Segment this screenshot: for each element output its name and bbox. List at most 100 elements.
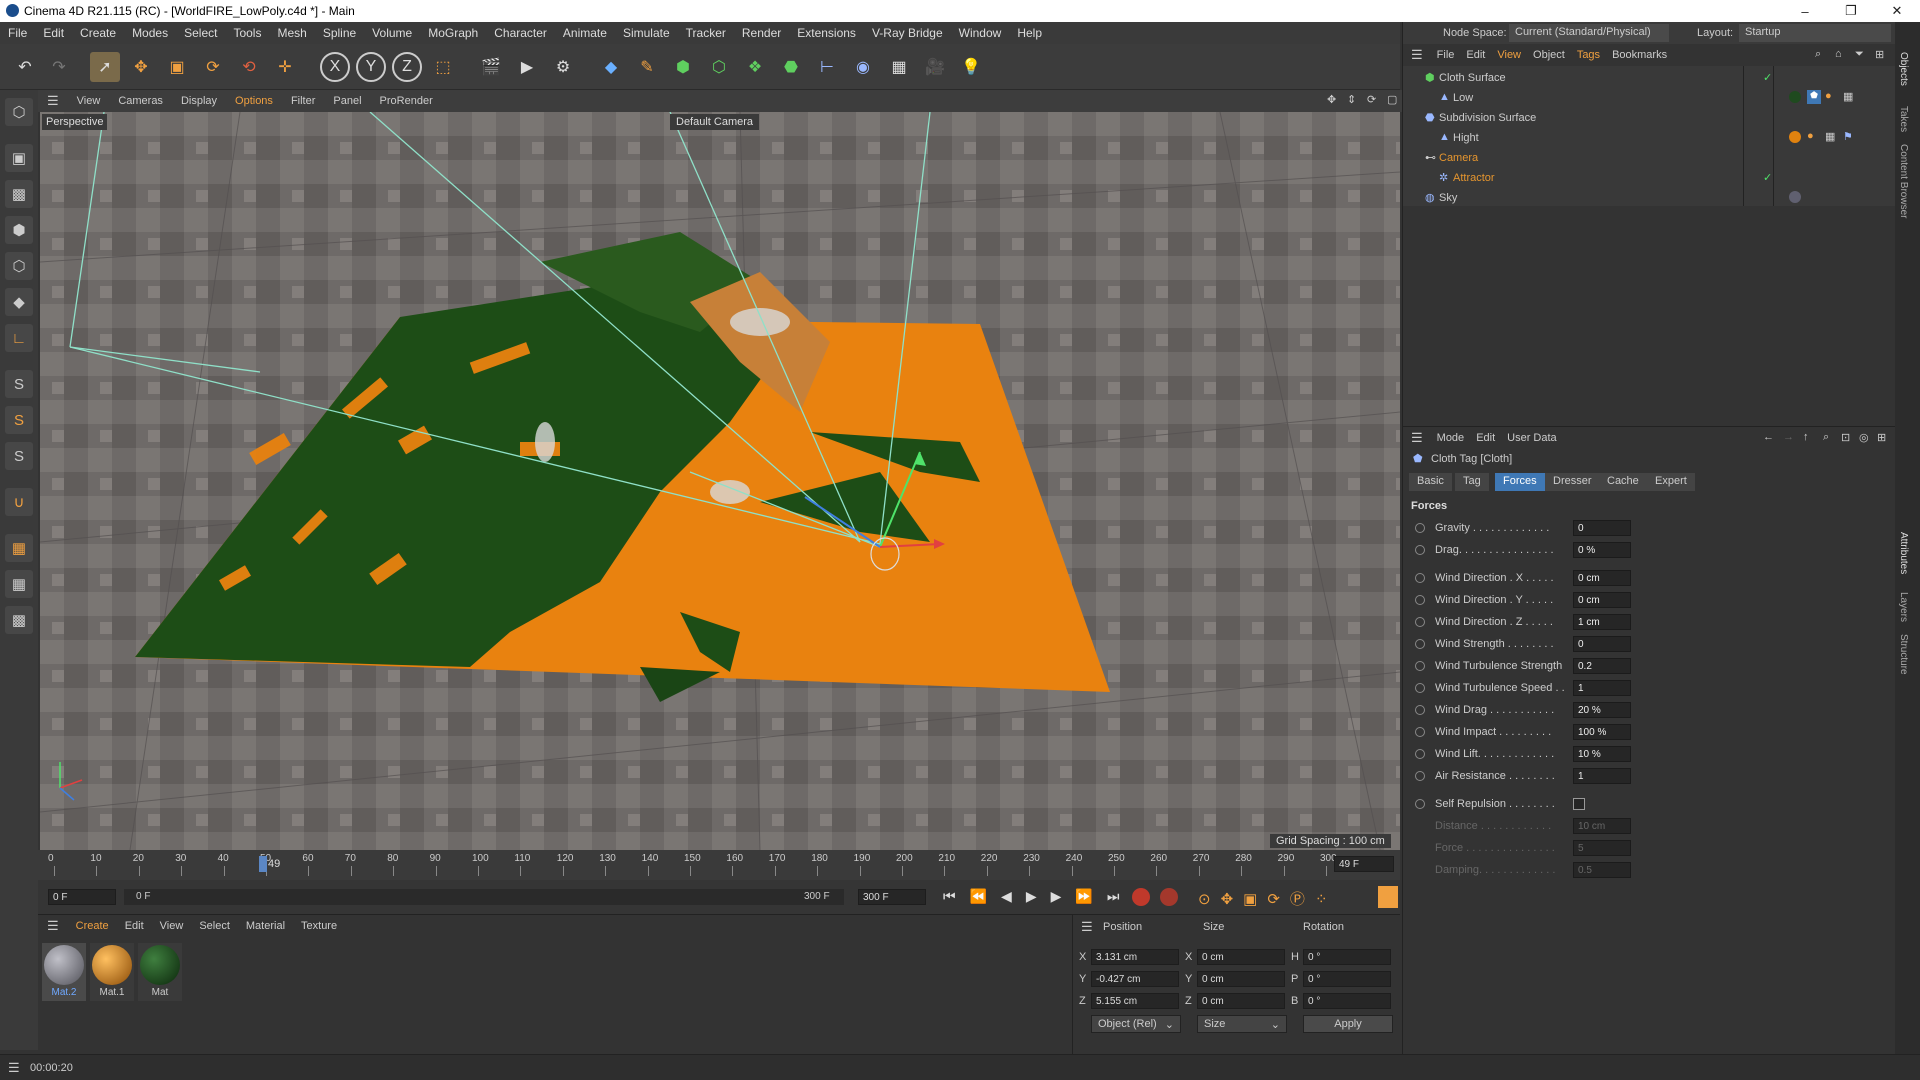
current-frame-field[interactable]: 49 F [1334, 856, 1394, 872]
preview-range-slider[interactable]: 0 F 300 F [124, 889, 844, 905]
render-view-icon[interactable]: ▶ [512, 52, 542, 82]
attr-menu-edit[interactable]: Edit [1470, 432, 1501, 444]
attr-wind-direction-z[interactable]: Wind Direction . Z . . . . . 1 cm [1411, 612, 1891, 634]
menu-mograph[interactable]: MoGraph [420, 26, 486, 40]
layout-dropdown[interactable]: Startup [1739, 24, 1891, 42]
y-axis-icon[interactable]: Y [356, 52, 386, 82]
viewport-menu-icon[interactable]: ☰ [38, 93, 68, 109]
polygon-mode-icon[interactable]: ◆ [5, 288, 33, 316]
side-tab-attributes[interactable]: Attributes [1898, 532, 1909, 574]
record-icon[interactable] [1132, 888, 1150, 906]
obj-menu-tags[interactable]: Tags [1571, 49, 1606, 61]
workplane-icon[interactable]: ▦ [5, 534, 33, 562]
size-x-field[interactable]: 0 cm [1197, 949, 1285, 965]
mat-menu-material[interactable]: Material [238, 920, 293, 932]
obj-menu-bookmarks[interactable]: Bookmarks [1606, 49, 1673, 61]
side-tab-layers[interactable]: Layers [1898, 592, 1909, 622]
size-z-field[interactable]: 0 cm [1197, 993, 1285, 1009]
timeline-ruler[interactable]: 0102030405060708090100110120130140150160… [38, 850, 1400, 880]
viewport-camera-label[interactable]: Default Camera [670, 114, 760, 130]
back-arrow-icon[interactable]: ← [1763, 431, 1774, 443]
animate-radio-icon[interactable] [1415, 749, 1425, 759]
attr-wind-direction-y[interactable]: Wind Direction . Y . . . . . 0 cm [1411, 590, 1891, 612]
play-icon[interactable]: ▶ [1026, 888, 1051, 904]
position-z-field[interactable]: 5.155 cm [1091, 993, 1179, 1009]
visibility-check-icon[interactable]: ✓ [1763, 71, 1772, 84]
attr-value-field[interactable]: 10 % [1573, 746, 1631, 762]
move-tool-icon[interactable]: ✥ [126, 52, 156, 82]
new-panel-icon[interactable]: ⊞ [1877, 431, 1886, 444]
key-param-icon[interactable]: Ⓟ [1290, 891, 1315, 908]
material-mat1[interactable]: Mat.1 [90, 943, 134, 1001]
menu-modes[interactable]: Modes [124, 26, 176, 40]
animate-radio-icon[interactable] [1415, 595, 1425, 605]
obj-menu-file[interactable]: File [1431, 49, 1461, 61]
vp-menu-cameras[interactable]: Cameras [109, 95, 172, 107]
vp-menu-filter[interactable]: Filter [282, 95, 324, 107]
tab-cache[interactable]: Cache [1599, 473, 1647, 491]
object-row-subdivision-surface[interactable]: ⬣ Subdivision Surface [1411, 108, 1881, 128]
animate-radio-icon[interactable] [1415, 771, 1425, 781]
model-mode-icon[interactable]: ▣ [5, 144, 33, 172]
menu-mesh[interactable]: Mesh [269, 26, 314, 40]
animate-radio-icon[interactable] [1415, 639, 1425, 649]
vp-menu-panel[interactable]: Panel [324, 95, 370, 107]
material-tag-icon[interactable] [1789, 91, 1801, 103]
menu-create[interactable]: Create [72, 26, 124, 40]
object-row-attractor[interactable]: ✲ Attractor ✓ [1411, 168, 1881, 188]
vp-menu-display[interactable]: Display [172, 95, 226, 107]
object-manager-menu-icon[interactable]: ☰ [1403, 47, 1431, 63]
obj-menu-view[interactable]: View [1491, 49, 1527, 61]
mat-menu-create[interactable]: Create [68, 920, 117, 932]
goto-start-icon[interactable]: ⏮ [943, 888, 970, 904]
x-axis-icon[interactable]: X [320, 52, 350, 82]
menu-tools[interactable]: Tools [225, 26, 269, 40]
end-frame-field[interactable]: 300 F [858, 889, 926, 905]
render-region-icon[interactable]: 🎬 [476, 52, 506, 82]
snap-icon[interactable]: S [5, 370, 33, 398]
recent-tools-icon[interactable]: ⟲ [234, 52, 264, 82]
animate-radio-icon[interactable] [1415, 573, 1425, 583]
floor-icon[interactable]: ▦ [884, 52, 914, 82]
key-pla-icon[interactable]: ⁘ [1315, 891, 1338, 908]
status-menu-icon[interactable]: ☰ [8, 1060, 20, 1076]
lock-icon[interactable]: ⊡ [1841, 431, 1850, 444]
mat-menu-edit[interactable]: Edit [117, 920, 152, 932]
side-tab-structure[interactable]: Structure [1898, 634, 1909, 675]
key-rotation-icon[interactable]: ⟳ [1267, 891, 1290, 908]
make-editable-icon[interactable]: ⬡ [5, 98, 33, 126]
uvw-tag-icon[interactable]: ▦ [1843, 90, 1853, 103]
size-mode-dropdown[interactable]: Size ⌄ [1197, 1015, 1287, 1033]
attr-wind-turbulence-strength[interactable]: Wind Turbulence Strength 0.2 [1411, 656, 1891, 678]
key-scale-icon[interactable]: ▣ [1243, 891, 1267, 908]
mograph-cloner-icon[interactable]: ❖ [740, 52, 770, 82]
workplane-align-icon[interactable]: ▩ [5, 606, 33, 634]
attr-drag[interactable]: Drag. . . . . . . . . . . . . . . . 0 % [1411, 540, 1891, 562]
axis-mode-icon[interactable]: ∟ [5, 324, 33, 352]
object-row-cloth-surface[interactable]: ⬢ Cloth Surface ✓ [1411, 68, 1881, 88]
array-icon[interactable]: ⬡ [704, 52, 734, 82]
node-space-dropdown[interactable]: Current (Standard/Physical) [1509, 24, 1669, 42]
coord-mode-dropdown[interactable]: Object (Rel) ⌄ [1091, 1015, 1181, 1033]
attr-menu-user-data[interactable]: User Data [1501, 432, 1563, 444]
3d-viewport[interactable]: Perspective Default Camera Grid Spacing … [40, 112, 1400, 850]
weight-tag-icon[interactable]: ⚑ [1843, 130, 1853, 143]
animate-radio-icon[interactable] [1415, 545, 1425, 555]
menu-tracker[interactable]: Tracker [678, 26, 734, 40]
mat-menu-view[interactable]: View [152, 920, 192, 932]
maximize-button[interactable]: ❐ [1828, 0, 1874, 22]
attr-value-field[interactable]: 0 [1573, 636, 1631, 652]
phong-tag-icon[interactable]: ● [1807, 130, 1814, 142]
search-icon[interactable]: ⌕ [1815, 48, 1821, 61]
attr-menu-mode[interactable]: Mode [1431, 432, 1471, 444]
size-y-field[interactable]: 0 cm [1197, 971, 1285, 987]
rotate-tool-icon[interactable]: ⟳ [198, 52, 228, 82]
attributes-menu-icon[interactable]: ☰ [1403, 430, 1431, 446]
menu-file[interactable]: File [0, 26, 35, 40]
coord-menu-icon[interactable]: ☰ [1081, 919, 1093, 935]
prev-key-icon[interactable]: ⏪ [970, 888, 1001, 904]
edge-mode-icon[interactable]: ⬡ [5, 252, 33, 280]
quantize-icon[interactable]: S [5, 442, 33, 470]
rotation-b-field[interactable]: 0 ° [1303, 993, 1391, 1009]
search-icon[interactable]: ⌕ [1823, 431, 1829, 444]
